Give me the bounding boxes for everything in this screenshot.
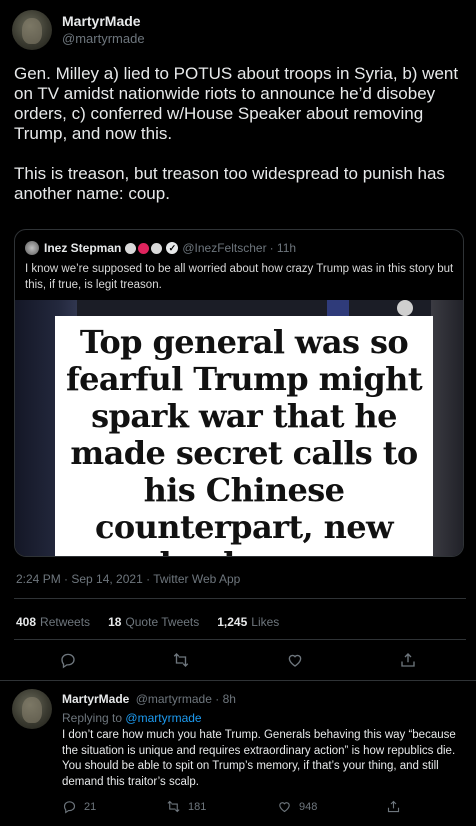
author-handle[interactable]: @martyrmade [62,31,145,46]
quoted-tweet-header: Inez Stepman ✓ @InezFeltscher · 11h [25,240,296,256]
likes-count: 1,245 [217,615,248,629]
reply-time: · 8h [215,692,236,706]
reply-share-button[interactable] [386,799,408,814]
divider [14,639,466,640]
reply-icon[interactable] [59,651,79,671]
avatar[interactable] [12,689,52,729]
quotes-stat[interactable]: 18 Quote Tweets [108,615,199,629]
likes-label: Likes [251,615,280,629]
divider [14,598,466,599]
quoted-image[interactable]: Top general was so fearful Trump might s… [15,300,463,557]
quoted-tweet[interactable]: Inez Stepman ✓ @InezFeltscher · 11h I kn… [14,229,464,557]
tweet-text: Gen. Milley a) lied to POTUS about troop… [14,64,459,203]
quotes-count: 18 [108,615,122,629]
reply-retweets-count: 181 [188,800,207,813]
reply-retweet-button[interactable]: 181 [166,799,206,814]
reply-author-name[interactable]: MartyrMade [62,692,129,706]
quoted-avatar [25,241,39,255]
like-icon[interactable] [286,651,306,671]
replying-to-link[interactable]: @martyrmade [125,711,201,725]
reply-actions: 21 181 948 [0,799,476,817]
reply-author-handle[interactable]: @martyrmade [136,692,212,706]
image-headline: Top general was so fearful Trump might s… [65,323,423,557]
quoted-text: I know we’re supposed to be all worried … [25,263,454,291]
image-person-right [431,300,463,556]
replying-prefix: Replying to [62,711,123,725]
share-icon[interactable] [399,651,419,671]
retweets-label: Retweets [40,615,91,629]
white-circle-icon [151,242,163,254]
reply-tweet[interactable]: MartyrMade @martyrmade · 8h Replying to … [0,683,476,826]
verified-icon: ✓ [166,242,179,254]
retweets-stat[interactable]: 408 Retweets [16,615,90,629]
quoted-author-handle: @InezFeltscher [182,241,267,255]
likes-stat[interactable]: 1,245 Likes [217,615,279,629]
reply-likes-count: 948 [299,800,318,813]
retweet-icon [167,800,180,813]
share-icon [387,800,400,813]
reply-header: MartyrMade @martyrmade · 8h [62,692,236,706]
white-circle-icon [125,242,137,254]
avatar[interactable] [12,10,52,50]
reply-reply-button[interactable]: 21 [62,799,96,814]
replying-to: Replying to @martyrmade [62,711,202,725]
quotes-label: Quote Tweets [125,615,200,629]
red-circle-icon [138,242,150,254]
quoted-author-name: Inez Stepman [44,241,122,255]
retweet-icon[interactable] [172,651,192,671]
tweet-actions [0,651,476,673]
reply-text: I don’t care how much you hate Trump. Ge… [62,729,456,788]
image-badge [397,300,413,316]
quoted-time: · 11h [269,241,297,255]
reply-replies-count: 21 [84,800,97,813]
reply-icon [63,801,76,814]
reply-like-button[interactable]: 948 [277,799,317,814]
tweet-meta[interactable]: 2:24 PM · Sep 14, 2021 · Twitter Web App [16,572,240,586]
divider [0,680,476,681]
tweet-stats: 408 Retweets 18 Quote Tweets 1,245 Likes [16,615,297,629]
retweets-count: 408 [16,615,37,629]
author-name[interactable]: MartyrMade [62,13,141,29]
like-icon [279,802,290,813]
